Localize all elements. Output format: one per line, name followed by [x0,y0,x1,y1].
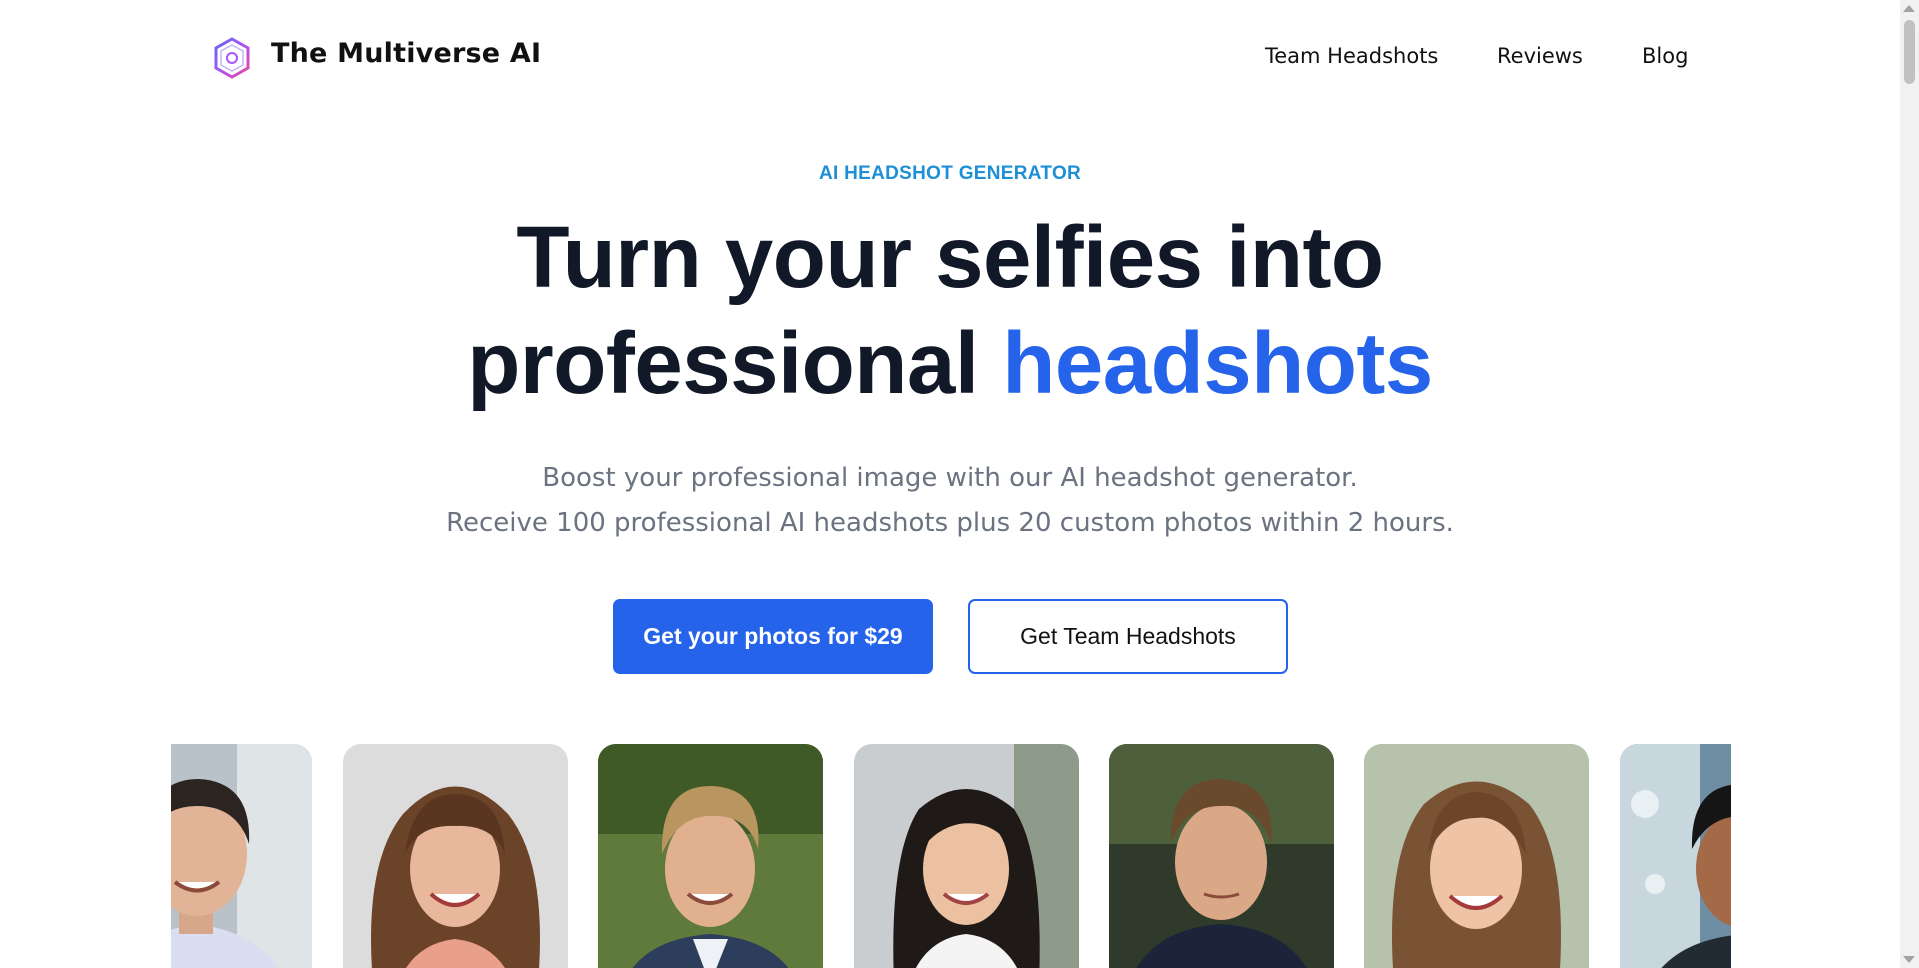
scroll-thumb[interactable] [1904,20,1915,84]
headshot-photo [1109,744,1334,968]
get-team-headshots-button[interactable]: Get Team Headshots [968,599,1288,674]
headline-line-1: Turn your selfies into [516,209,1384,306]
nav-blog[interactable]: Blog [1642,44,1688,68]
headshot-photo [1620,744,1731,968]
scroll-up-arrow-icon[interactable] [1903,5,1915,12]
headshot-photo [171,744,312,968]
headshot-photo [1364,744,1589,968]
page-scrollbar[interactable] [1900,0,1919,968]
headline-line-2: professional [467,315,1003,412]
get-photos-button[interactable]: Get your photos for $29 [613,599,933,674]
scroll-down-arrow-icon[interactable] [1903,956,1915,963]
hero-subtext: Boost your professional image with our A… [0,456,1900,546]
brand-name[interactable]: The Multiverse AI [271,38,541,69]
hero-eyebrow: AI HEADSHOT GENERATOR [818,163,1082,184]
nav-reviews[interactable]: Reviews [1497,44,1583,68]
hero-headline: Turn your selfies into professional head… [0,205,1900,417]
subtext-line-1: Boost your professional image with our A… [542,463,1358,493]
headshot-photo [343,744,568,968]
headshot-gallery [171,744,1731,968]
headshot-photo [854,744,1079,968]
site-header: The Multiverse AI Team Headshots Reviews… [0,0,1900,115]
headshot-photo [598,744,823,968]
headline-accent: headshots [1002,315,1433,412]
subtext-line-2: Receive 100 professional AI headshots pl… [446,508,1454,538]
multiverse-logo-icon[interactable] [211,37,253,79]
nav-team-headshots[interactable]: Team Headshots [1265,44,1438,68]
